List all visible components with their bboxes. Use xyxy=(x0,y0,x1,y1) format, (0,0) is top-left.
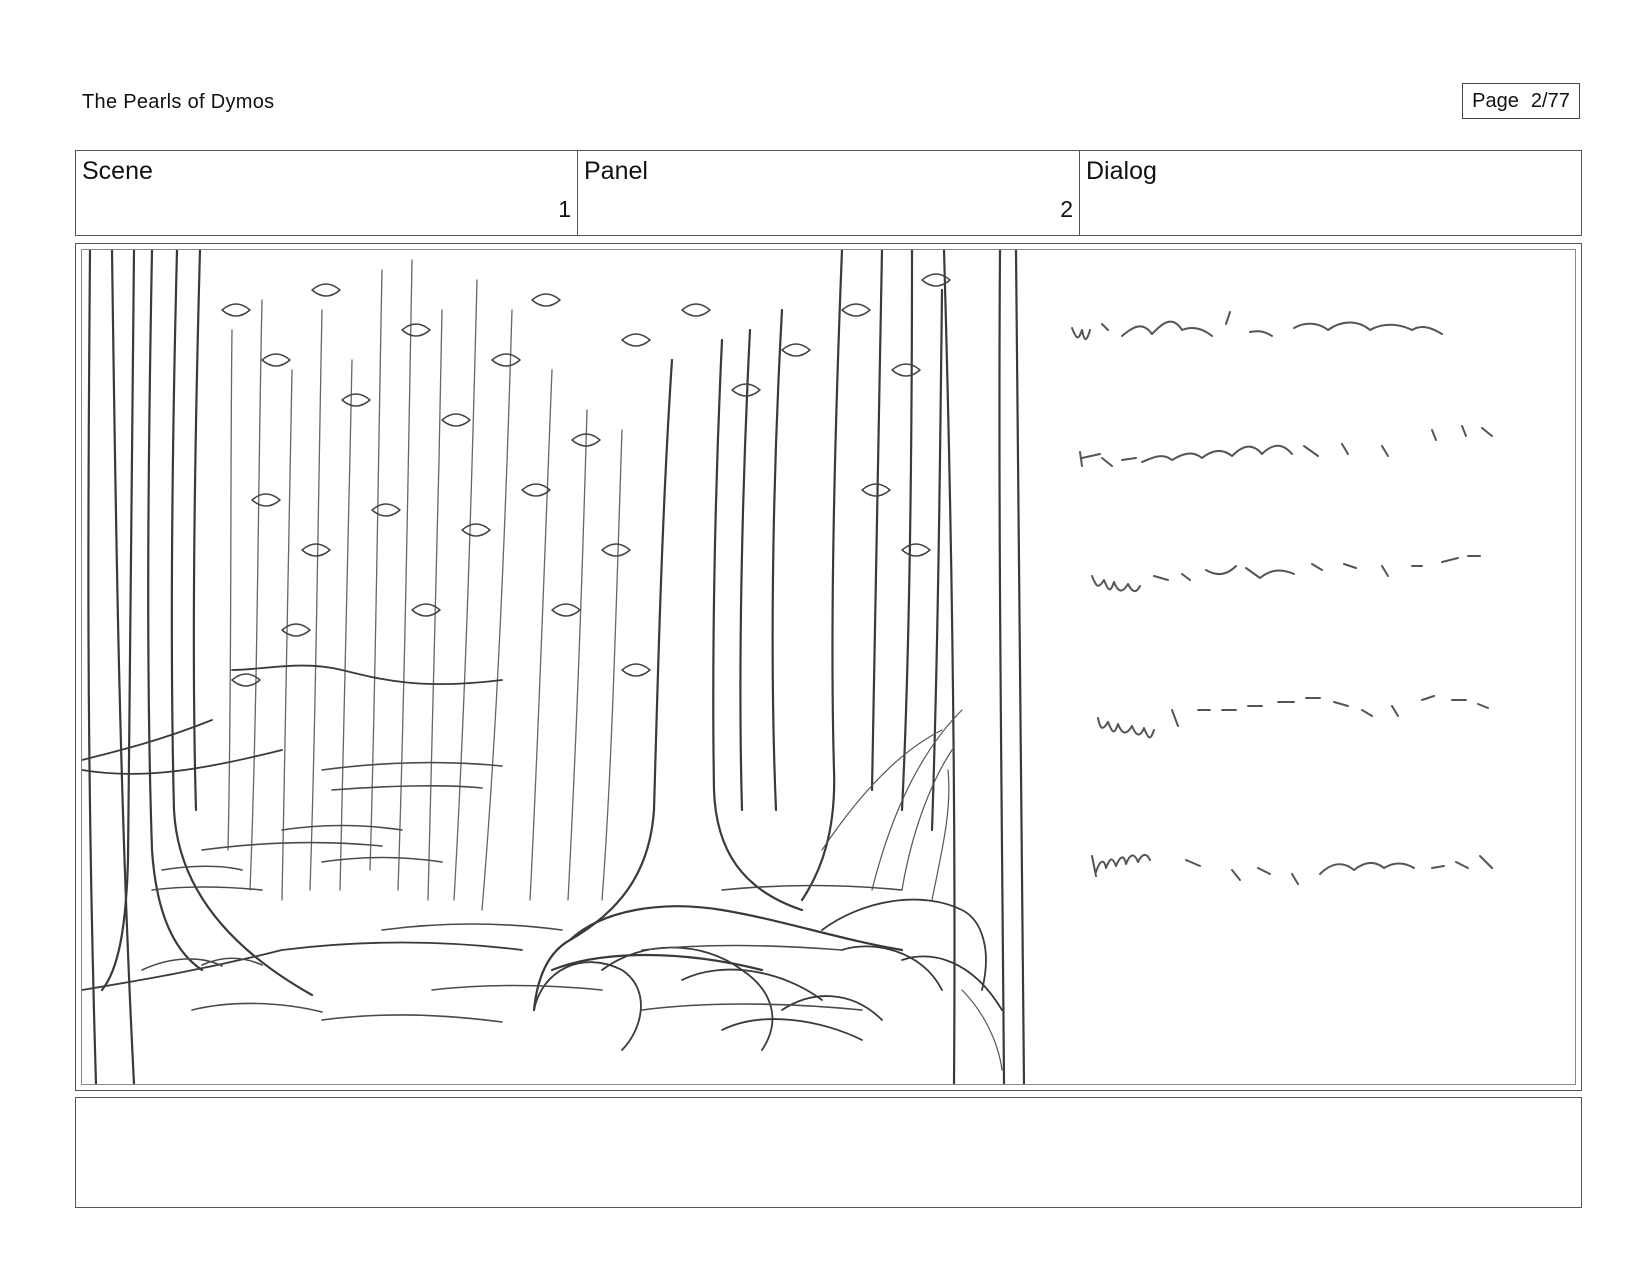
dialog-label: Dialog xyxy=(1086,157,1157,185)
scene-number: 1 xyxy=(558,196,571,222)
central-tree xyxy=(532,308,904,1012)
panel-info-row: Scene 1 Panel 2 Dialog xyxy=(75,150,1582,236)
page-number: 2/77 xyxy=(1530,89,1570,112)
dialog-cell: Dialog xyxy=(1080,151,1581,235)
panel-label: Panel xyxy=(584,157,648,185)
page-indicator: Page 2/77 xyxy=(1462,83,1580,119)
notes-box[interactable] xyxy=(75,1097,1582,1208)
storyboard-panel xyxy=(81,249,1576,1085)
page-label: Page xyxy=(1472,89,1519,112)
storyboard-panel-frame xyxy=(75,243,1582,1091)
water-ripples xyxy=(141,761,903,1023)
jungle-river-sketch xyxy=(82,250,1493,1084)
scene-label: Scene xyxy=(82,157,153,185)
document-title: The Pearls of Dymos xyxy=(82,91,275,113)
ferns xyxy=(821,709,1003,1071)
panel-cell: Panel 2 xyxy=(578,151,1080,235)
mangrove-roots xyxy=(533,898,1003,1051)
scene-cell: Scene 1 xyxy=(76,151,578,235)
foliage xyxy=(221,273,951,687)
dialog-scribbles xyxy=(1071,311,1493,885)
panel-number: 2 xyxy=(1060,196,1073,222)
